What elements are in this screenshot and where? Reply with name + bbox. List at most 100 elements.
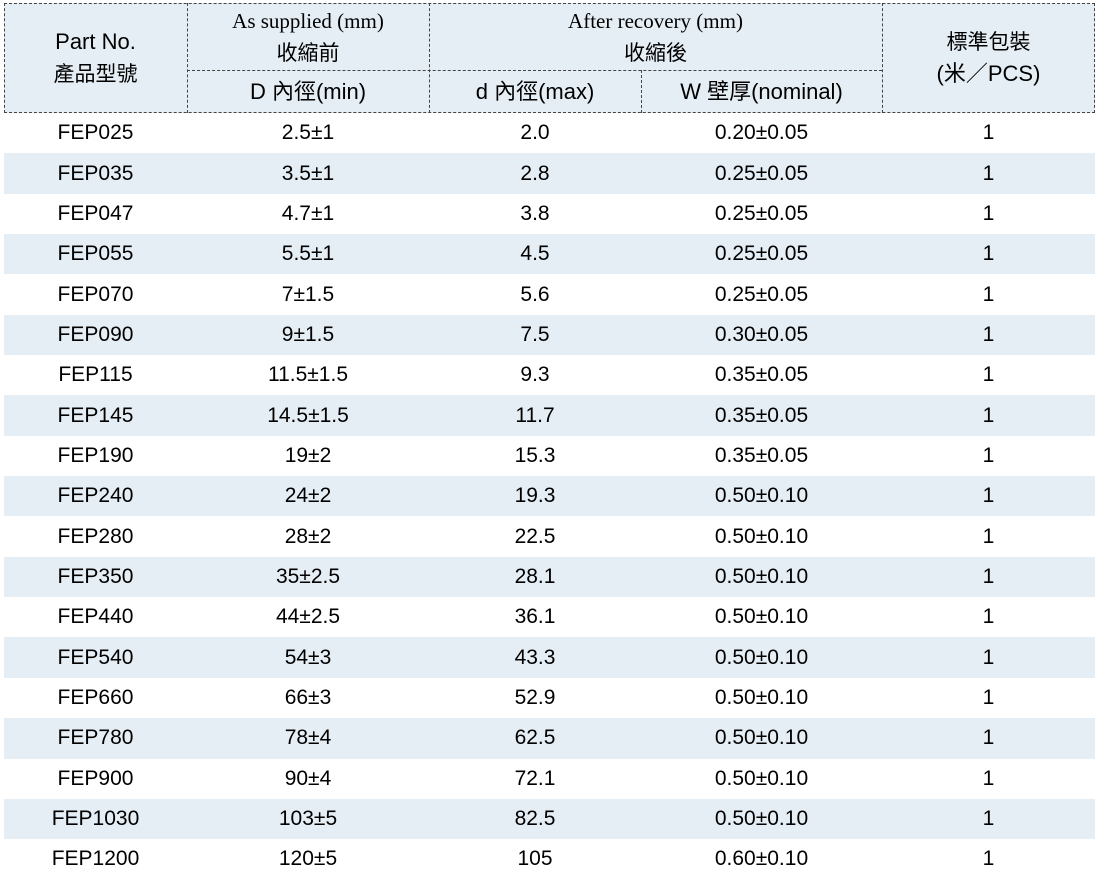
- table-row: FEP1030 103±5 82.5 0.50±0.10 1: [4, 798, 1095, 840]
- table-row: FEP190 19±2 15.3 0.35±0.05 1: [4, 436, 1095, 476]
- cell-D: 11.5±1.5: [267, 363, 349, 387]
- cell-d: 28.1: [429, 556, 641, 598]
- table-row: FEP350 35±2.5 28.1 0.50±0.10 1: [4, 556, 1095, 598]
- cell-d: 43.3: [429, 637, 641, 678]
- header-col-W-label: W 壁厚(nominal): [680, 78, 843, 104]
- table-row: FEP780 78±4 62.5 0.50±0.10 1: [4, 718, 1095, 759]
- cell-W: 0.35±0.05: [641, 395, 882, 436]
- header-packing-zh: 標準包裝: [946, 30, 1031, 54]
- cell-part-no: FEP1200: [51, 847, 140, 871]
- header-col-d-label: d 內徑(max): [475, 78, 595, 104]
- cell-d: 4.5: [429, 234, 641, 275]
- cell-packing: 1: [982, 443, 995, 467]
- header-after-recovery-zh: 收縮後: [624, 40, 687, 65]
- cell-W: 0.25±0.05: [641, 234, 882, 275]
- cell-part-no: FEP780: [4, 718, 187, 759]
- cell-part-no: FEP1030: [4, 798, 187, 840]
- cell-W: 0.50±0.10: [714, 685, 809, 709]
- cell-d: 52.9: [514, 685, 556, 709]
- table-row: FEP145 14.5±1.5 11.7 0.35±0.05 1: [4, 395, 1095, 436]
- cell-packing: 1: [882, 476, 1095, 517]
- table-row: FEP070 7±1.5 5.6 0.25±0.05 1: [4, 274, 1095, 314]
- spec-table: FEP025 2.5±1 2.0 0.20±0.05 1 FEP035 3.5±1 2.8 0.…: [4, 113, 1095, 880]
- cell-packing: 1: [882, 234, 1095, 275]
- cell-d: 9.3: [520, 363, 550, 387]
- cell-packing: 1: [882, 314, 1095, 356]
- cell-D: 24±2: [187, 476, 429, 517]
- cell-W: 0.60±0.10: [714, 847, 809, 871]
- cell-D: 14.5±1.5: [187, 395, 429, 436]
- table-row: FEP280 28±2 22.5 0.50±0.10 1: [4, 516, 1095, 556]
- cell-D: 5.5±1: [187, 234, 429, 275]
- cell-W: 0.25±0.05: [641, 153, 882, 194]
- cell-packing: 1: [982, 685, 995, 709]
- cell-packing: 1: [982, 766, 995, 790]
- header-divider-4: [882, 3, 883, 113]
- cell-d: 5.6: [520, 282, 550, 306]
- cell-D: 78±4: [187, 718, 429, 759]
- cell-d: 11.7: [429, 395, 641, 436]
- cell-d: 19.3: [429, 476, 641, 517]
- cell-D: 3.5±1: [187, 153, 429, 194]
- header-divider-1: [187, 3, 188, 113]
- cell-part-no: FEP660: [57, 685, 134, 709]
- table-row: FEP055 5.5±1 4.5 0.25±0.05 1: [4, 234, 1095, 275]
- header-col-d: d 內徑(max): [429, 70, 641, 113]
- table-header: Part No. 產品型號 As supplied (mm) 收縮前 After…: [4, 3, 1095, 113]
- cell-part-no: FEP145: [4, 395, 187, 436]
- cell-D: 103±5: [187, 798, 429, 840]
- cell-packing: 1: [882, 798, 1095, 840]
- header-top-border: [4, 3, 1095, 4]
- cell-d: 22.5: [514, 524, 556, 548]
- cell-d: 7.5: [429, 314, 641, 356]
- cell-packing: 1: [982, 524, 995, 548]
- cell-part-no: FEP025: [57, 121, 134, 145]
- header-as-supplied-en: As supplied (mm): [232, 8, 384, 33]
- header-col-D: D 內徑(min): [187, 70, 429, 113]
- cell-packing: 1: [982, 201, 995, 225]
- table-row: FEP115 11.5±1.5 9.3 0.35±0.05 1: [4, 355, 1095, 395]
- cell-packing: 1: [882, 637, 1095, 678]
- cell-d: 3.8: [520, 201, 550, 225]
- table-row: FEP035 3.5±1 2.8 0.25±0.05 1: [4, 153, 1095, 194]
- table-row: FEP240 24±2 19.3 0.50±0.10 1: [4, 476, 1095, 517]
- cell-part-no: FEP540: [4, 637, 187, 678]
- table-row: FEP660 66±3 52.9 0.50±0.10 1: [4, 678, 1095, 718]
- header-part-no-en: Part No.: [55, 29, 136, 54]
- cell-d: 36.1: [514, 605, 556, 629]
- header-sub-divider: [187, 70, 882, 71]
- cell-packing: 1: [882, 556, 1095, 598]
- cell-D: 19±2: [284, 443, 332, 467]
- cell-W: 0.50±0.10: [714, 766, 809, 790]
- cell-packing: 1: [882, 395, 1095, 436]
- cell-W: 0.25±0.05: [714, 282, 809, 306]
- header-packing: 標準包裝 (米／PCS): [882, 3, 1095, 113]
- cell-W: 0.50±0.10: [641, 556, 882, 598]
- cell-W: 0.30±0.05: [641, 314, 882, 356]
- header-after-recovery: After recovery (mm) 收縮後: [429, 3, 882, 70]
- cell-part-no: FEP090: [4, 314, 187, 356]
- cell-packing: 1: [982, 282, 995, 306]
- cell-d: 15.3: [514, 443, 556, 467]
- cell-part-no: FEP190: [57, 443, 134, 467]
- table-row: FEP540 54±3 43.3 0.50±0.10 1: [4, 637, 1095, 678]
- cell-part-no: FEP350: [4, 556, 187, 598]
- cell-D: 7±1.5: [281, 282, 335, 306]
- cell-part-no: FEP070: [57, 282, 134, 306]
- header-packing-unit: (米／PCS): [936, 61, 1041, 86]
- cell-part-no: FEP035: [4, 153, 187, 194]
- table-row: FEP900 90±4 72.1 0.50±0.10 1: [4, 759, 1095, 799]
- cell-d: 62.5: [429, 718, 641, 759]
- table-row: FEP1200 120±5 105 0.60±0.10 1: [4, 839, 1095, 879]
- header-col-D-label: D 內徑(min): [249, 78, 367, 104]
- cell-D: 90±4: [284, 766, 332, 790]
- cell-part-no: FEP055: [4, 234, 187, 275]
- table-row: FEP047 4.7±1 3.8 0.25±0.05 1: [4, 194, 1095, 234]
- cell-D: 44±2.5: [275, 605, 341, 629]
- header-part-no-zh: 產品型號: [53, 62, 138, 86]
- header-as-supplied: As supplied (mm) 收縮前: [187, 3, 429, 70]
- cell-packing: 1: [982, 605, 995, 629]
- cell-part-no: FEP240: [4, 476, 187, 517]
- header-as-supplied-zh: 收縮前: [276, 40, 340, 65]
- cell-packing: 1: [982, 363, 995, 387]
